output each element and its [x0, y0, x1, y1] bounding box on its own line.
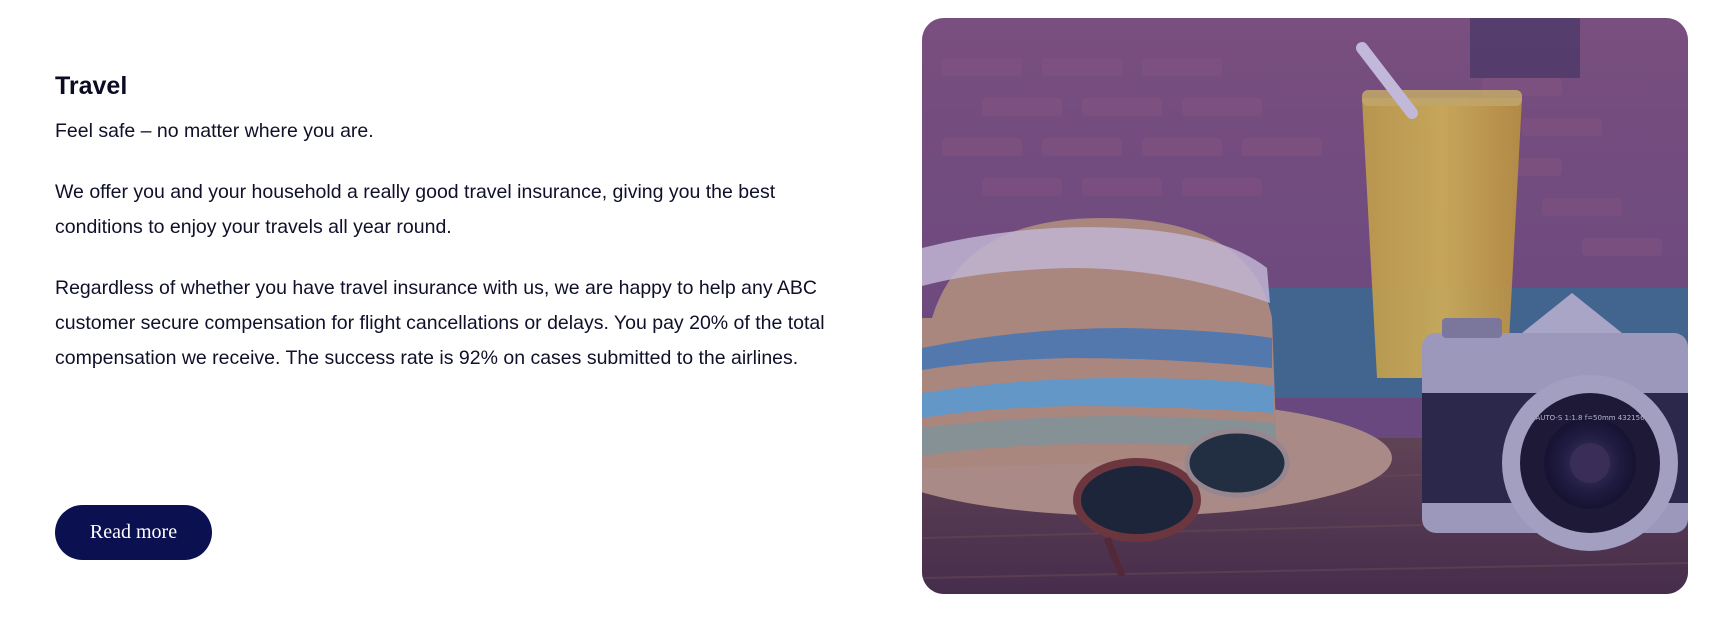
compensation-paragraph: Regardless of whether you have travel in… [55, 277, 825, 369]
travel-text-column: Travel Feel safe – no matter where you a… [55, 70, 835, 402]
read-more-button[interactable]: Read more [55, 505, 212, 560]
description-paragraph: We offer you and your household a really… [55, 181, 776, 238]
travel-photo: AUTO-S 1:1.8 f=50mm 432156 [922, 18, 1688, 594]
tagline: Feel safe – no matter where you are. [55, 120, 374, 142]
travel-section: Travel Feel safe – no matter where you a… [0, 0, 1710, 622]
travel-photo-illustration: AUTO-S 1:1.8 f=50mm 432156 [922, 18, 1688, 594]
section-title: Travel [55, 72, 128, 100]
